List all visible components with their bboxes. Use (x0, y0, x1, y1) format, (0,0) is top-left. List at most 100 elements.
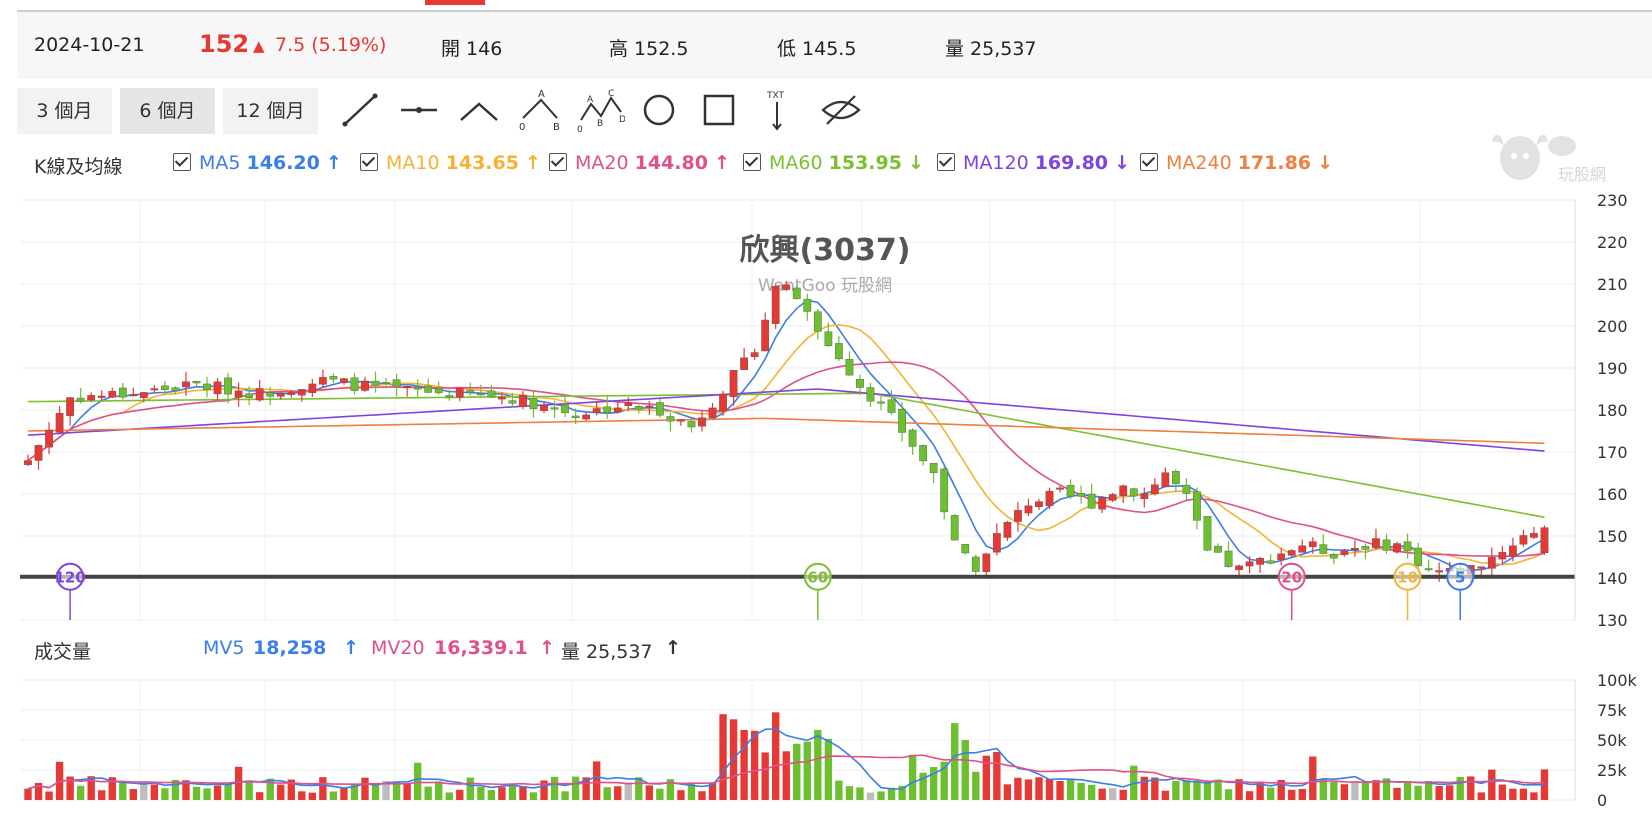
candle-body[interactable] (55, 412, 64, 433)
volume-bar[interactable] (24, 788, 32, 800)
candle-body[interactable] (592, 408, 601, 413)
candle-body[interactable] (1393, 543, 1401, 553)
candle-body[interactable] (877, 401, 885, 404)
volume-bar[interactable] (1456, 776, 1464, 800)
volume-bar[interactable] (1119, 789, 1127, 800)
volume-bar[interactable] (119, 782, 127, 800)
volume-bar[interactable] (1224, 789, 1233, 800)
volume-bar[interactable] (803, 741, 811, 800)
volume-bar[interactable] (782, 751, 790, 800)
candle-body[interactable] (803, 298, 812, 312)
volume-bar[interactable] (1035, 777, 1043, 800)
volume-bar[interactable] (371, 785, 380, 800)
volume-bar[interactable] (1045, 778, 1054, 800)
candle-body[interactable] (266, 392, 275, 397)
candle-body[interactable] (498, 396, 506, 400)
volume-bar[interactable] (308, 792, 317, 800)
candle-body[interactable] (382, 382, 390, 385)
candle-body[interactable] (371, 380, 380, 386)
volume-bar[interactable] (793, 743, 801, 800)
volume-bar[interactable] (498, 787, 506, 800)
candle-body[interactable] (1035, 501, 1043, 507)
volume-bar[interactable] (192, 786, 201, 800)
volume-bar[interactable] (1361, 782, 1370, 800)
volume-bar[interactable] (1530, 792, 1538, 800)
candle-body[interactable] (1087, 493, 1096, 509)
candle-body[interactable] (245, 393, 254, 398)
candle-body[interactable] (929, 462, 938, 473)
volume-bar[interactable] (645, 785, 654, 800)
volume-bar[interactable] (972, 771, 980, 800)
volume-bar[interactable] (1330, 782, 1338, 800)
candle-body[interactable] (318, 377, 327, 385)
candle-body[interactable] (424, 385, 433, 393)
candle-body[interactable] (740, 357, 748, 370)
candle-body[interactable] (1351, 548, 1359, 550)
candle-body[interactable] (487, 390, 496, 398)
volume-bar[interactable] (1214, 779, 1222, 800)
volume-bar[interactable] (729, 719, 738, 800)
volume-bar[interactable] (340, 787, 348, 800)
candle-body[interactable] (1171, 471, 1180, 485)
volume-bar[interactable] (1087, 784, 1096, 800)
candle-body[interactable] (455, 387, 464, 398)
candle-body[interactable] (182, 381, 190, 388)
candle-body[interactable] (329, 376, 338, 380)
candle-body[interactable] (824, 331, 833, 346)
volume-bar[interactable] (1340, 784, 1349, 800)
volume-bar[interactable] (1403, 781, 1412, 800)
volume-bar[interactable] (740, 729, 748, 800)
candle-body[interactable] (192, 381, 201, 384)
candle-body[interactable] (445, 395, 454, 398)
candle-body[interactable] (1361, 546, 1370, 550)
volume-bar[interactable] (45, 791, 53, 800)
volume-bar[interactable] (76, 785, 85, 800)
candle-body[interactable] (1329, 554, 1338, 559)
candle-body[interactable] (887, 399, 896, 413)
candle-body[interactable] (1140, 493, 1149, 499)
volume-bar[interactable] (361, 777, 369, 800)
volume-bar[interactable] (624, 782, 632, 800)
candle-body[interactable] (1382, 539, 1391, 551)
candle-body[interactable] (66, 397, 75, 417)
volume-bar[interactable] (961, 740, 969, 800)
volume-bar[interactable] (98, 790, 106, 800)
volume-bar[interactable] (129, 789, 137, 800)
candle-body[interactable] (1193, 491, 1201, 521)
candle-body[interactable] (466, 390, 475, 393)
candle-body[interactable] (982, 553, 991, 572)
candle-body[interactable] (392, 379, 401, 387)
candle-body[interactable] (1477, 566, 1486, 569)
candle-body[interactable] (603, 406, 612, 413)
candle-body[interactable] (150, 388, 159, 391)
candle-body[interactable] (1266, 560, 1275, 564)
candle-body[interactable] (1403, 541, 1412, 552)
candle-body[interactable] (1003, 522, 1012, 538)
volume-bar[interactable] (1109, 788, 1117, 800)
candle-body[interactable] (24, 460, 32, 465)
volume-bar[interactable] (1498, 784, 1507, 800)
candle-body[interactable] (1108, 494, 1117, 501)
candle-body[interactable] (655, 402, 664, 416)
candle-body[interactable] (519, 394, 527, 407)
candle-body[interactable] (1161, 472, 1170, 488)
candle-body[interactable] (1150, 484, 1159, 495)
candle-body[interactable] (1277, 553, 1286, 561)
candle-body[interactable] (97, 395, 106, 398)
candle-body[interactable] (708, 407, 717, 419)
volume-bar[interactable] (761, 752, 769, 800)
candle-body[interactable] (961, 544, 970, 554)
candle-body[interactable] (771, 285, 780, 324)
candle-body[interactable] (1308, 541, 1317, 548)
volume-bar[interactable] (908, 754, 917, 800)
volume-bar[interactable] (213, 785, 222, 800)
volume-bar[interactable] (845, 786, 854, 800)
volume-bar[interactable] (1245, 791, 1254, 800)
candle-body[interactable] (971, 556, 980, 572)
volume-bar[interactable] (445, 792, 453, 800)
candle-body[interactable] (856, 379, 864, 388)
volume-bar[interactable] (1509, 788, 1517, 800)
candle-body[interactable] (118, 387, 127, 398)
volume-bar[interactable] (993, 752, 1001, 800)
candle-body[interactable] (677, 419, 685, 422)
